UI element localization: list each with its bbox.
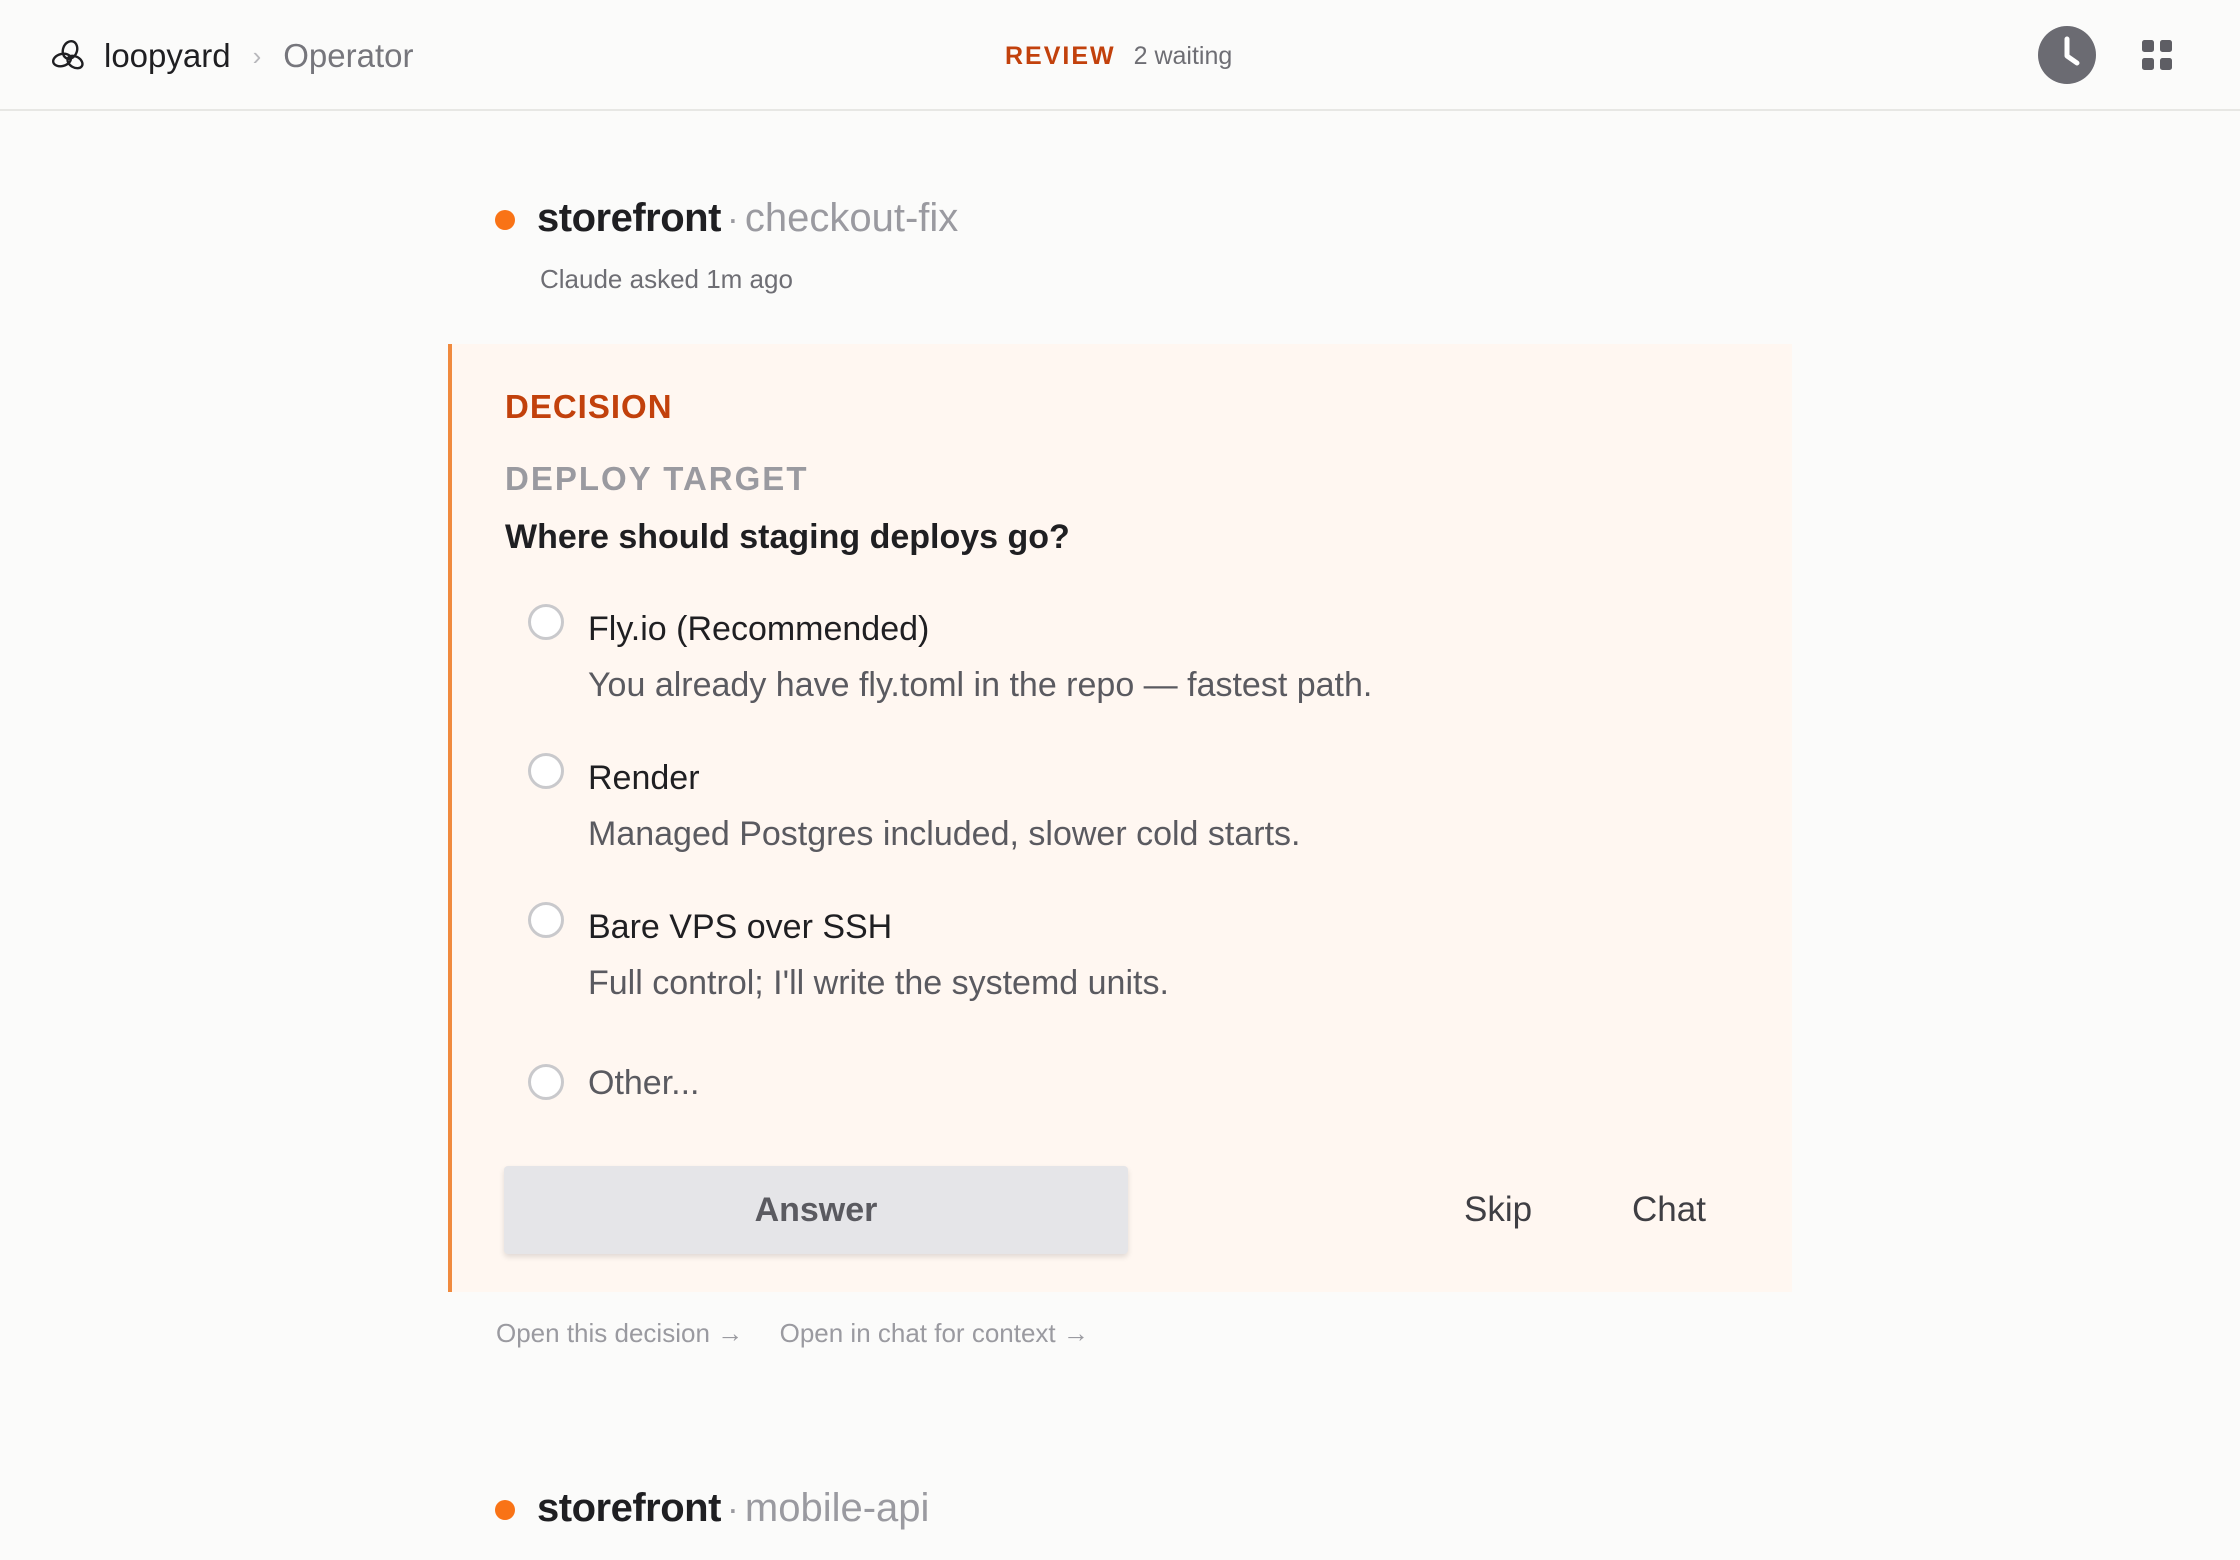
option-vps[interactable]: Bare VPS over SSH Full control; I'll wri… [528, 902, 1728, 1012]
option-title: Fly.io (Recommended) [588, 610, 930, 648]
open-chat-link[interactable]: Open in chat for context → [780, 1318, 1089, 1348]
repo-name: storefront [537, 196, 721, 240]
branch-name: checkout-fix [744, 196, 959, 240]
answer-button[interactable]: Answer [504, 1166, 1128, 1254]
title-separator: · [726, 198, 739, 239]
option-other-label: Other... [588, 1064, 700, 1102]
review-count: 2 waiting [1133, 41, 1233, 70]
item-title[interactable]: storefront · checkout-fix [537, 196, 958, 241]
open-decision-link[interactable]: Open this decision → [496, 1318, 743, 1348]
review-label: REVIEW [1005, 41, 1116, 70]
history-button[interactable] [2038, 26, 2096, 84]
loopyard-logo-icon[interactable] [48, 36, 88, 76]
breadcrumb: loopyard › Operator [48, 30, 414, 82]
radio-button[interactable] [528, 753, 564, 789]
asked-timestamp: Claude asked 1m ago [540, 264, 793, 294]
decision-links: Open this decision → Open in chat for co… [496, 1318, 1121, 1349]
chat-button[interactable]: Chat [1632, 1182, 1706, 1238]
item-title[interactable]: storefront · mobile-api [537, 1486, 929, 1531]
decision-card: DECISION DEPLOY TARGET Where should stag… [448, 344, 1792, 1292]
radio-button[interactable] [528, 902, 564, 938]
clock-icon [2064, 36, 2080, 66]
option-title: Bare VPS over SSH [588, 908, 893, 946]
radio-button[interactable] [528, 604, 564, 640]
branch-name: mobile-api [744, 1486, 930, 1530]
option-title: Render [588, 759, 700, 797]
review-status[interactable]: REVIEW 2 waiting [1005, 38, 1232, 74]
option-description: Full control; I'll write the systemd uni… [588, 964, 1169, 1002]
brand-name[interactable]: loopyard [104, 37, 231, 75]
decision-topic: DEPLOY TARGET [505, 460, 809, 497]
status-dot [495, 1500, 515, 1520]
title-separator: · [726, 1488, 739, 1529]
option-description: You already have fly.toml in the repo — … [588, 666, 1373, 704]
skip-button[interactable]: Skip [1464, 1182, 1532, 1238]
option-description: Managed Postgres included, slower cold s… [588, 815, 1301, 853]
option-other[interactable]: Other... [528, 1064, 1728, 1108]
decision-question: Where should staging deploys go? [505, 518, 1070, 556]
radio-button[interactable] [528, 1064, 564, 1100]
repo-name: storefront [537, 1486, 721, 1530]
status-dot [495, 210, 515, 230]
apps-button[interactable] [2140, 38, 2174, 72]
chevron-right-icon: › [252, 40, 262, 71]
grid-icon [2142, 40, 2172, 70]
top-bar: loopyard › Operator REVIEW 2 waiting [0, 0, 2240, 111]
option-flyio[interactable]: Fly.io (Recommended) You already have fl… [528, 604, 1728, 714]
decision-label: DECISION [505, 388, 673, 425]
option-render[interactable]: Render Managed Postgres included, slower… [528, 753, 1728, 863]
breadcrumb-page[interactable]: Operator [283, 37, 413, 75]
